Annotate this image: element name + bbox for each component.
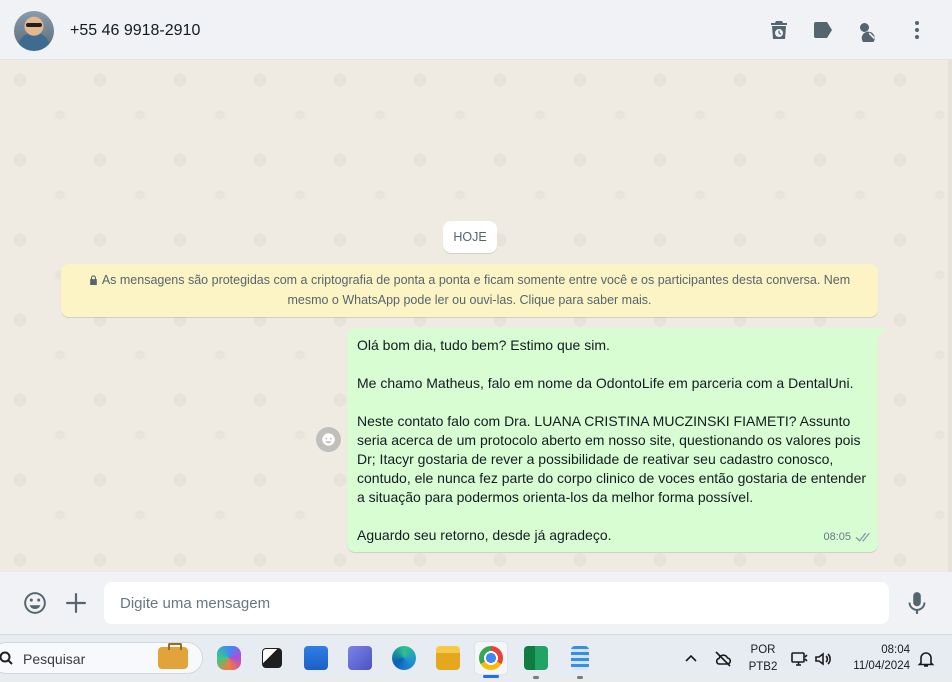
notepad-app-icon[interactable]	[563, 641, 597, 679]
message-paragraph: Me chamo Matheus, falo em nome da Odonto…	[357, 375, 854, 391]
input-language[interactable]: POR PTB2	[746, 635, 780, 682]
message-meta: 08:05	[823, 528, 870, 547]
chevron-up-icon[interactable]	[682, 650, 700, 668]
copilot-app-icon[interactable]	[212, 641, 246, 675]
message-paragraph: Olá bom dia, tudo bem? Estimo que sim.	[357, 337, 610, 353]
network-icon[interactable]	[790, 650, 808, 668]
contact-name[interactable]: +55 46 9918-2910	[70, 22, 200, 40]
chrome-app-icon[interactable]	[474, 641, 508, 678]
lock-icon	[89, 275, 98, 285]
message-paragraph: Neste contato falo com Dra. LUANA CRISTI…	[357, 413, 867, 505]
encryption-text: As mensagens são protegidas com a cripto…	[101, 273, 851, 307]
keyboard-layout-label: PTB2	[748, 661, 778, 673]
excel-app-icon[interactable]	[519, 641, 553, 679]
active-indicator	[483, 675, 499, 678]
store-app-icon[interactable]	[299, 641, 333, 675]
clock-time: 08:04	[881, 644, 910, 656]
taskbar-search-label: Pesquisar	[23, 651, 86, 667]
date-divider: HOJE	[443, 221, 497, 253]
chat-panel: HOJE As mensagens são protegidas com a c…	[0, 60, 948, 572]
teams-app-icon[interactable]	[343, 641, 377, 675]
outgoing-message[interactable]: Olá bom dia, tudo bem? Estimo que sim. M…	[347, 328, 886, 552]
emoji-icon[interactable]	[22, 590, 48, 616]
clock[interactable]: 08:04 11/04/2024	[840, 635, 916, 682]
windows-taskbar: Pesquisar POR PTB2 08:04 11/04/2024	[0, 634, 952, 681]
double-check-icon	[855, 532, 870, 542]
chat-scrollbar[interactable]	[948, 60, 952, 572]
edge-app-icon[interactable]	[387, 641, 421, 675]
attach-plus-icon[interactable]	[63, 590, 89, 616]
trash-clock-icon[interactable]	[767, 18, 791, 42]
search-icon[interactable]	[855, 18, 879, 45]
running-indicator	[533, 676, 539, 679]
file-explorer-icon[interactable]	[431, 641, 465, 675]
contact-avatar[interactable]	[14, 11, 54, 51]
briefcase-icon	[158, 643, 188, 669]
task-view-icon[interactable]	[255, 641, 289, 675]
clock-date: 11/04/2024	[853, 660, 910, 672]
react-emoji-icon[interactable]	[316, 427, 341, 452]
language-label: POR	[750, 644, 776, 656]
cloud-offline-icon[interactable]	[714, 650, 732, 668]
message-paragraph: Aguardo seu retorno, desde já agradeço.	[357, 527, 612, 543]
message-input[interactable]	[104, 582, 889, 624]
volume-icon[interactable]	[814, 650, 832, 668]
encryption-notice[interactable]: As mensagens são protegidas com a cripto…	[61, 264, 878, 317]
notification-bell-icon[interactable]	[917, 650, 935, 668]
message-time: 08:05	[823, 531, 851, 543]
composer-bar	[0, 572, 952, 634]
label-icon[interactable]	[811, 18, 835, 42]
running-indicator	[577, 676, 583, 679]
search-icon	[0, 651, 13, 665]
microphone-icon[interactable]	[904, 590, 930, 616]
chat-header: +55 46 9918-2910	[0, 0, 952, 60]
menu-icon[interactable]	[905, 18, 929, 42]
taskbar-search[interactable]: Pesquisar	[0, 642, 203, 674]
